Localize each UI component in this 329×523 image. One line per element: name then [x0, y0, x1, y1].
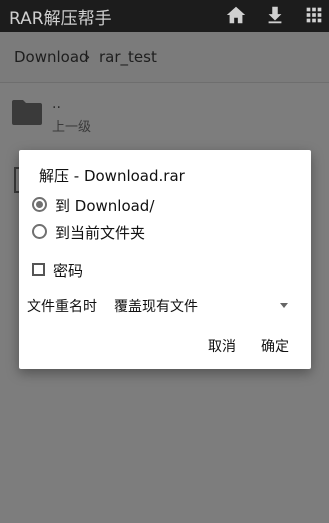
- radio-selected-icon[interactable]: [32, 197, 47, 212]
- cancel-button[interactable]: 取消: [208, 336, 236, 356]
- breadcrumb-separator: ›: [84, 47, 91, 66]
- radio-label-current-folder: 到当前文件夹: [55, 224, 146, 242]
- grid-icon[interactable]: [303, 4, 325, 26]
- rename-policy-value: 覆盖现有文件: [114, 299, 198, 315]
- breadcrumb-download[interactable]: Download: [14, 48, 89, 66]
- rename-label: 文件重名时: [27, 299, 97, 315]
- download-icon[interactable]: [264, 4, 286, 26]
- breadcrumb-rar-test[interactable]: rar_test: [99, 48, 157, 66]
- breadcrumb: Download › rar_test: [0, 32, 329, 83]
- radio-option-download[interactable]: 到 Download/: [32, 195, 232, 217]
- list-item-parent[interactable]: .. 上一级: [0, 84, 329, 144]
- folder-icon: [12, 99, 42, 125]
- extract-dialog: 解压 - Download.rar 到 Download/ 到当前文件夹 密码 …: [19, 150, 311, 369]
- home-icon[interactable]: [225, 4, 247, 26]
- password-checkbox-option[interactable]: 密码: [32, 260, 152, 282]
- list-item-name: ..: [52, 96, 61, 112]
- chevron-down-icon: [280, 303, 288, 308]
- confirm-button[interactable]: 确定: [261, 336, 289, 356]
- app-title: RAR解压帮手: [9, 9, 112, 29]
- radio-option-current-folder[interactable]: 到当前文件夹: [32, 222, 232, 244]
- password-checkbox[interactable]: [32, 263, 45, 276]
- radio-unselected-icon[interactable]: [32, 224, 47, 239]
- app-bar: RAR解压帮手: [0, 0, 329, 32]
- rename-policy-select[interactable]: 覆盖现有文件: [114, 290, 296, 318]
- password-label: 密码: [53, 262, 84, 280]
- radio-label-download: 到 Download/: [55, 197, 155, 215]
- list-item-subtitle: 上一级: [52, 120, 92, 135]
- dialog-title: 解压 - Download.rar: [39, 167, 185, 185]
